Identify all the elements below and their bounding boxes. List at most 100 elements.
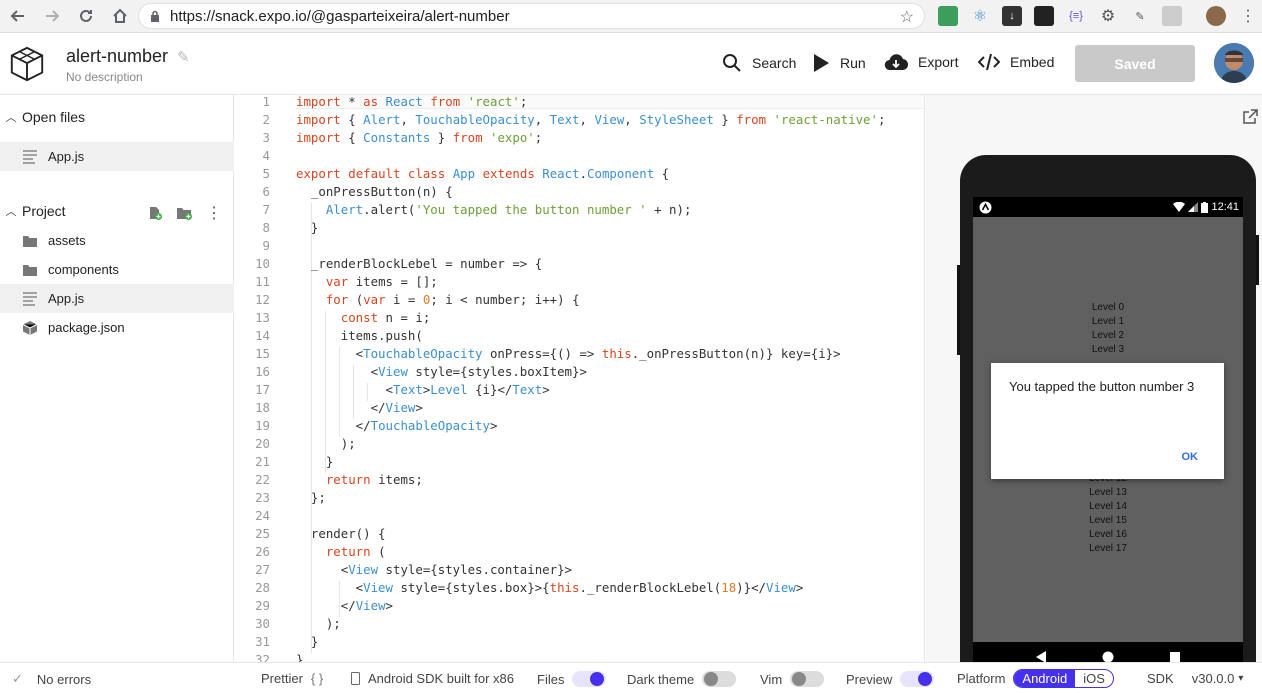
open-file-item[interactable]: App.js bbox=[0, 142, 234, 171]
project-item-package-json[interactable]: package.json bbox=[0, 313, 234, 342]
project-item-components[interactable]: components bbox=[0, 255, 234, 284]
code-line[interactable]: 21 } bbox=[235, 453, 924, 471]
profile-avatar-icon[interactable] bbox=[1206, 6, 1226, 26]
code-line[interactable]: 14 items.push( bbox=[235, 327, 924, 345]
export-button[interactable]: Export bbox=[884, 53, 958, 71]
home-icon[interactable] bbox=[108, 4, 132, 28]
code-line[interactable]: 11 var items = []; bbox=[235, 273, 924, 291]
reload-icon[interactable] bbox=[74, 4, 98, 28]
gear-extension-icon[interactable]: ⚙ bbox=[1098, 6, 1118, 26]
level-item[interactable]: Level 17 bbox=[973, 542, 1243, 556]
code-line[interactable]: 24 bbox=[235, 507, 924, 525]
popout-icon[interactable] bbox=[1242, 109, 1258, 125]
code-line[interactable]: 28 <View style={styles.box}>{this._rende… bbox=[235, 579, 924, 597]
code-line[interactable]: 12 for (var i = 0; i < number; i++) { bbox=[235, 291, 924, 309]
code-line[interactable]: 4 bbox=[235, 147, 924, 165]
edit-pencil-icon[interactable]: ✎ bbox=[177, 48, 190, 66]
code-line[interactable]: 16 <View style={styles.boxItem}> bbox=[235, 363, 924, 381]
expo-badge-icon bbox=[979, 201, 992, 213]
run-button[interactable]: Run bbox=[812, 53, 866, 73]
home-circle-icon[interactable] bbox=[1102, 651, 1114, 662]
code-line[interactable]: 1 import * as React from 'react'; bbox=[235, 95, 924, 111]
platform-ios-option[interactable]: iOS bbox=[1075, 670, 1113, 687]
error-status[interactable]: ✓ No errors bbox=[12, 671, 91, 687]
user-avatar[interactable] bbox=[1214, 43, 1254, 83]
package-icon bbox=[22, 320, 38, 335]
code-line[interactable]: 18 </View> bbox=[235, 399, 924, 417]
eyedropper-extension-icon[interactable]: ✎ bbox=[1130, 6, 1150, 26]
react-extension-icon[interactable]: ⚛ bbox=[970, 6, 990, 26]
prettier-button[interactable]: Prettier { } bbox=[261, 671, 323, 686]
bookmark-star-icon[interactable]: ☆ bbox=[900, 7, 914, 27]
forward-arrow-icon[interactable] bbox=[40, 4, 64, 28]
level-item[interactable]: Level 2 bbox=[973, 329, 1243, 343]
code-line[interactable]: 7 Alert.alert('You tapped the button num… bbox=[235, 201, 924, 219]
code-line[interactable]: 23 }; bbox=[235, 489, 924, 507]
project-item-label: App.js bbox=[48, 291, 85, 306]
project-item-appjs[interactable]: App.js bbox=[0, 284, 234, 313]
line-number: 30 bbox=[255, 616, 270, 631]
level-item[interactable]: Level 14 bbox=[973, 500, 1243, 514]
shield-extension-icon[interactable] bbox=[1162, 6, 1182, 26]
phone-screen[interactable]: 12:41 Level 0 Level 1 Level 2 Level 3 Le… bbox=[973, 197, 1243, 642]
code-editor[interactable]: 1 import * as React from 'react'; 2 import … bbox=[235, 95, 925, 662]
code-line[interactable]: 5 export default class App extends React.… bbox=[235, 165, 924, 183]
code-line[interactable]: 29 </View> bbox=[235, 597, 924, 615]
open-files-label: Open files bbox=[22, 109, 86, 125]
vim-toggle[interactable] bbox=[790, 671, 825, 687]
more-options-icon[interactable]: ⋮ bbox=[206, 203, 222, 223]
code-line[interactable]: 27 <View style={styles.container}> bbox=[235, 561, 924, 579]
code-line[interactable]: 20 ); bbox=[235, 435, 924, 453]
code-line[interactable]: 8 } bbox=[235, 219, 924, 237]
saved-button[interactable]: Saved bbox=[1075, 45, 1195, 82]
project-header[interactable]: ︿ Project ⋮ bbox=[0, 197, 234, 225]
sdk-selector[interactable]: SDK v30.0.0 ▾ bbox=[1147, 671, 1243, 686]
code-line[interactable]: 32} bbox=[235, 651, 924, 662]
code-line[interactable]: 6 _onPressButton(n) { bbox=[235, 183, 924, 201]
address-bar[interactable]: https://snack.expo.io/@gasparteixeira/al… bbox=[138, 3, 925, 29]
download-extension-icon[interactable]: ↓ bbox=[1002, 6, 1022, 26]
back-arrow-icon[interactable] bbox=[6, 4, 30, 28]
platform-android-option[interactable]: Android bbox=[1014, 670, 1076, 687]
code-line[interactable]: 22 return items; bbox=[235, 471, 924, 489]
project-item-assets[interactable]: assets bbox=[0, 226, 234, 255]
level-item[interactable]: Level 13 bbox=[973, 486, 1243, 500]
code-line[interactable]: 19 </TouchableOpacity> bbox=[235, 417, 924, 435]
search-button[interactable]: Search bbox=[722, 53, 796, 73]
code-text: </View> bbox=[296, 598, 393, 613]
code-line[interactable]: 31 } bbox=[235, 633, 924, 651]
new-folder-icon[interactable] bbox=[176, 206, 192, 220]
code-line[interactable]: 2 import { Alert, TouchableOpacity, Text,… bbox=[235, 111, 924, 129]
dark-theme-toggle[interactable] bbox=[702, 671, 737, 687]
level-item[interactable]: Level 0 bbox=[973, 301, 1243, 315]
code-line[interactable]: 3 import { Constants } from 'expo'; bbox=[235, 129, 924, 147]
level-item[interactable]: Level 16 bbox=[973, 528, 1243, 542]
code-line[interactable]: 9 bbox=[235, 237, 924, 255]
snack-logo-icon[interactable] bbox=[8, 45, 46, 83]
code-text: return items; bbox=[325, 472, 423, 487]
code-line[interactable]: 30 ); bbox=[235, 615, 924, 633]
recents-square-icon[interactable] bbox=[1169, 651, 1181, 662]
back-triangle-icon[interactable] bbox=[1035, 651, 1047, 662]
game-extension-icon[interactable] bbox=[1034, 6, 1054, 26]
level-item[interactable]: Level 3 bbox=[973, 343, 1243, 357]
embed-button[interactable]: Embed bbox=[978, 53, 1054, 71]
level-item[interactable]: Level 15 bbox=[973, 514, 1243, 528]
new-file-icon[interactable] bbox=[148, 206, 162, 220]
stack-extension-icon[interactable] bbox=[938, 6, 958, 26]
json-extension-icon[interactable]: {≡} bbox=[1066, 6, 1086, 26]
code-line[interactable]: 17 <Text>Level {i}</Text> bbox=[235, 381, 924, 399]
files-toggle[interactable] bbox=[572, 671, 607, 687]
code-line[interactable]: 26 return ( bbox=[235, 543, 924, 561]
code-line[interactable]: 10 _renderBlockLebel = number => { bbox=[235, 255, 924, 273]
code-line[interactable]: 13 const n = i; bbox=[235, 309, 924, 327]
preview-toggle[interactable] bbox=[900, 671, 935, 687]
code-line[interactable]: 25 render() { bbox=[235, 525, 924, 543]
open-files-header[interactable]: ︿ Open files bbox=[0, 103, 234, 131]
menu-dots-icon[interactable]: ⋮ bbox=[1238, 6, 1258, 26]
code-line[interactable]: 15 <TouchableOpacity onPress={() => this… bbox=[235, 345, 924, 363]
search-label: Search bbox=[752, 55, 797, 71]
level-item[interactable]: Level 1 bbox=[973, 315, 1243, 329]
device-selector[interactable]: Android SDK built for x86 bbox=[351, 671, 514, 686]
alert-ok-button[interactable]: OK bbox=[1182, 451, 1199, 463]
